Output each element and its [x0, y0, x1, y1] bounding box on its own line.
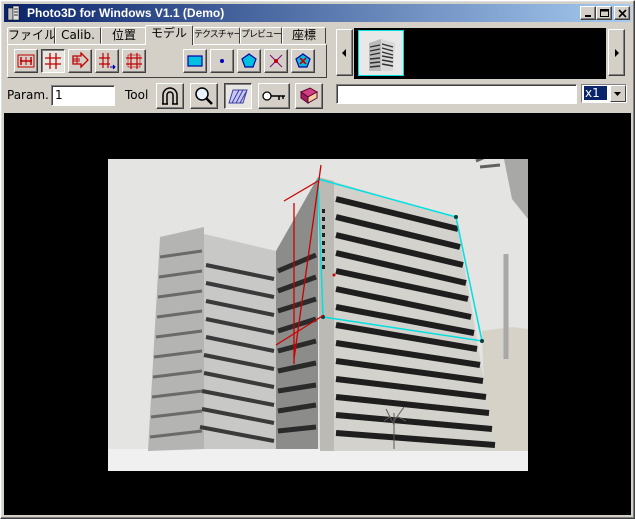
tab-coordinates[interactable]: 座標: [282, 27, 326, 44]
tab-calib[interactable]: Calib.: [55, 27, 101, 44]
app-icon: [7, 5, 20, 21]
photo-thumbnail[interactable]: [358, 30, 404, 76]
param-label: Param.: [7, 88, 49, 102]
app-window: Photo3D for Windows V1.1 (Demo) ファイル Cal…: [0, 0, 635, 519]
pentagon-x-icon: [295, 53, 311, 68]
chevron-down-icon: [614, 92, 621, 96]
window-title: Photo3D for Windows V1.1 (Demo): [27, 6, 225, 20]
hatch-icon: [228, 89, 248, 104]
zoom-icon: [195, 87, 213, 105]
key-icon: [262, 91, 285, 101]
extrude-tool-button[interactable]: [68, 49, 92, 73]
pentagon-icon: [241, 53, 257, 68]
minimize-icon: [585, 15, 591, 17]
close-button[interactable]: [614, 6, 630, 20]
thumb-scroll-right-button[interactable]: [608, 29, 625, 76]
point-icon: [220, 59, 224, 63]
book-tool-button[interactable]: [295, 83, 323, 109]
key-tool-button[interactable]: [258, 83, 290, 109]
status-input[interactable]: [336, 84, 577, 104]
building-photo[interactable]: [108, 159, 528, 471]
zoom-value: x1: [584, 86, 607, 100]
rectangle-tool-button[interactable]: [183, 49, 207, 73]
hash-tool-button[interactable]: [122, 49, 146, 73]
tab-model[interactable]: モデル: [145, 25, 193, 45]
close-icon: [618, 9, 627, 18]
hatch-tool-button[interactable]: [224, 83, 252, 109]
grid-tool-button[interactable]: [41, 49, 65, 73]
grid-arrow-tool-button[interactable]: [95, 49, 119, 73]
polygon-tool-button[interactable]: [237, 49, 261, 73]
maximize-icon: [600, 9, 609, 17]
rectangle-icon: [187, 55, 203, 67]
magnet-icon: [162, 87, 178, 105]
zoom-tool-button[interactable]: [190, 83, 218, 109]
tab-texture[interactable]: テクスチャー: [193, 27, 240, 44]
arrow-right-icon: [72, 52, 89, 69]
building-thumbnail-image: [359, 31, 403, 75]
tab-preview[interactable]: プレビュー: [240, 27, 282, 44]
zoom-dropdown-button[interactable]: [610, 85, 626, 102]
grid-icon: [45, 53, 61, 69]
magnet-tool-button[interactable]: [156, 83, 184, 109]
minimize-button[interactable]: [580, 6, 596, 20]
model-tab-panel: [7, 44, 327, 78]
zoom-select[interactable]: x1: [581, 84, 627, 103]
dimension-tool-button[interactable]: [14, 49, 38, 73]
title-bar[interactable]: Photo3D for Windows V1.1 (Demo): [4, 4, 631, 22]
thumbnail-strip: [354, 28, 606, 79]
tab-position[interactable]: 位置: [101, 27, 147, 44]
cross-point-tool-button[interactable]: [264, 49, 288, 73]
param-input[interactable]: 1: [51, 85, 115, 106]
photo-viewport[interactable]: [4, 113, 631, 515]
maximize-button[interactable]: [596, 6, 612, 20]
tool-label: Tool: [125, 88, 149, 102]
grid-arrow-icon: [99, 53, 116, 70]
point-tool-button[interactable]: [210, 49, 234, 73]
hash-icon: [126, 53, 142, 69]
arrow-right-small-icon: [615, 49, 619, 57]
dimension-line-icon: [17, 54, 35, 68]
thumb-scroll-left-button[interactable]: [336, 29, 353, 76]
delete-polygon-tool-button[interactable]: [291, 49, 315, 73]
cross-point-icon: [269, 54, 283, 68]
tab-file[interactable]: ファイル: [7, 27, 55, 44]
arrow-left-icon: [342, 49, 346, 57]
book-icon: [299, 87, 319, 104]
